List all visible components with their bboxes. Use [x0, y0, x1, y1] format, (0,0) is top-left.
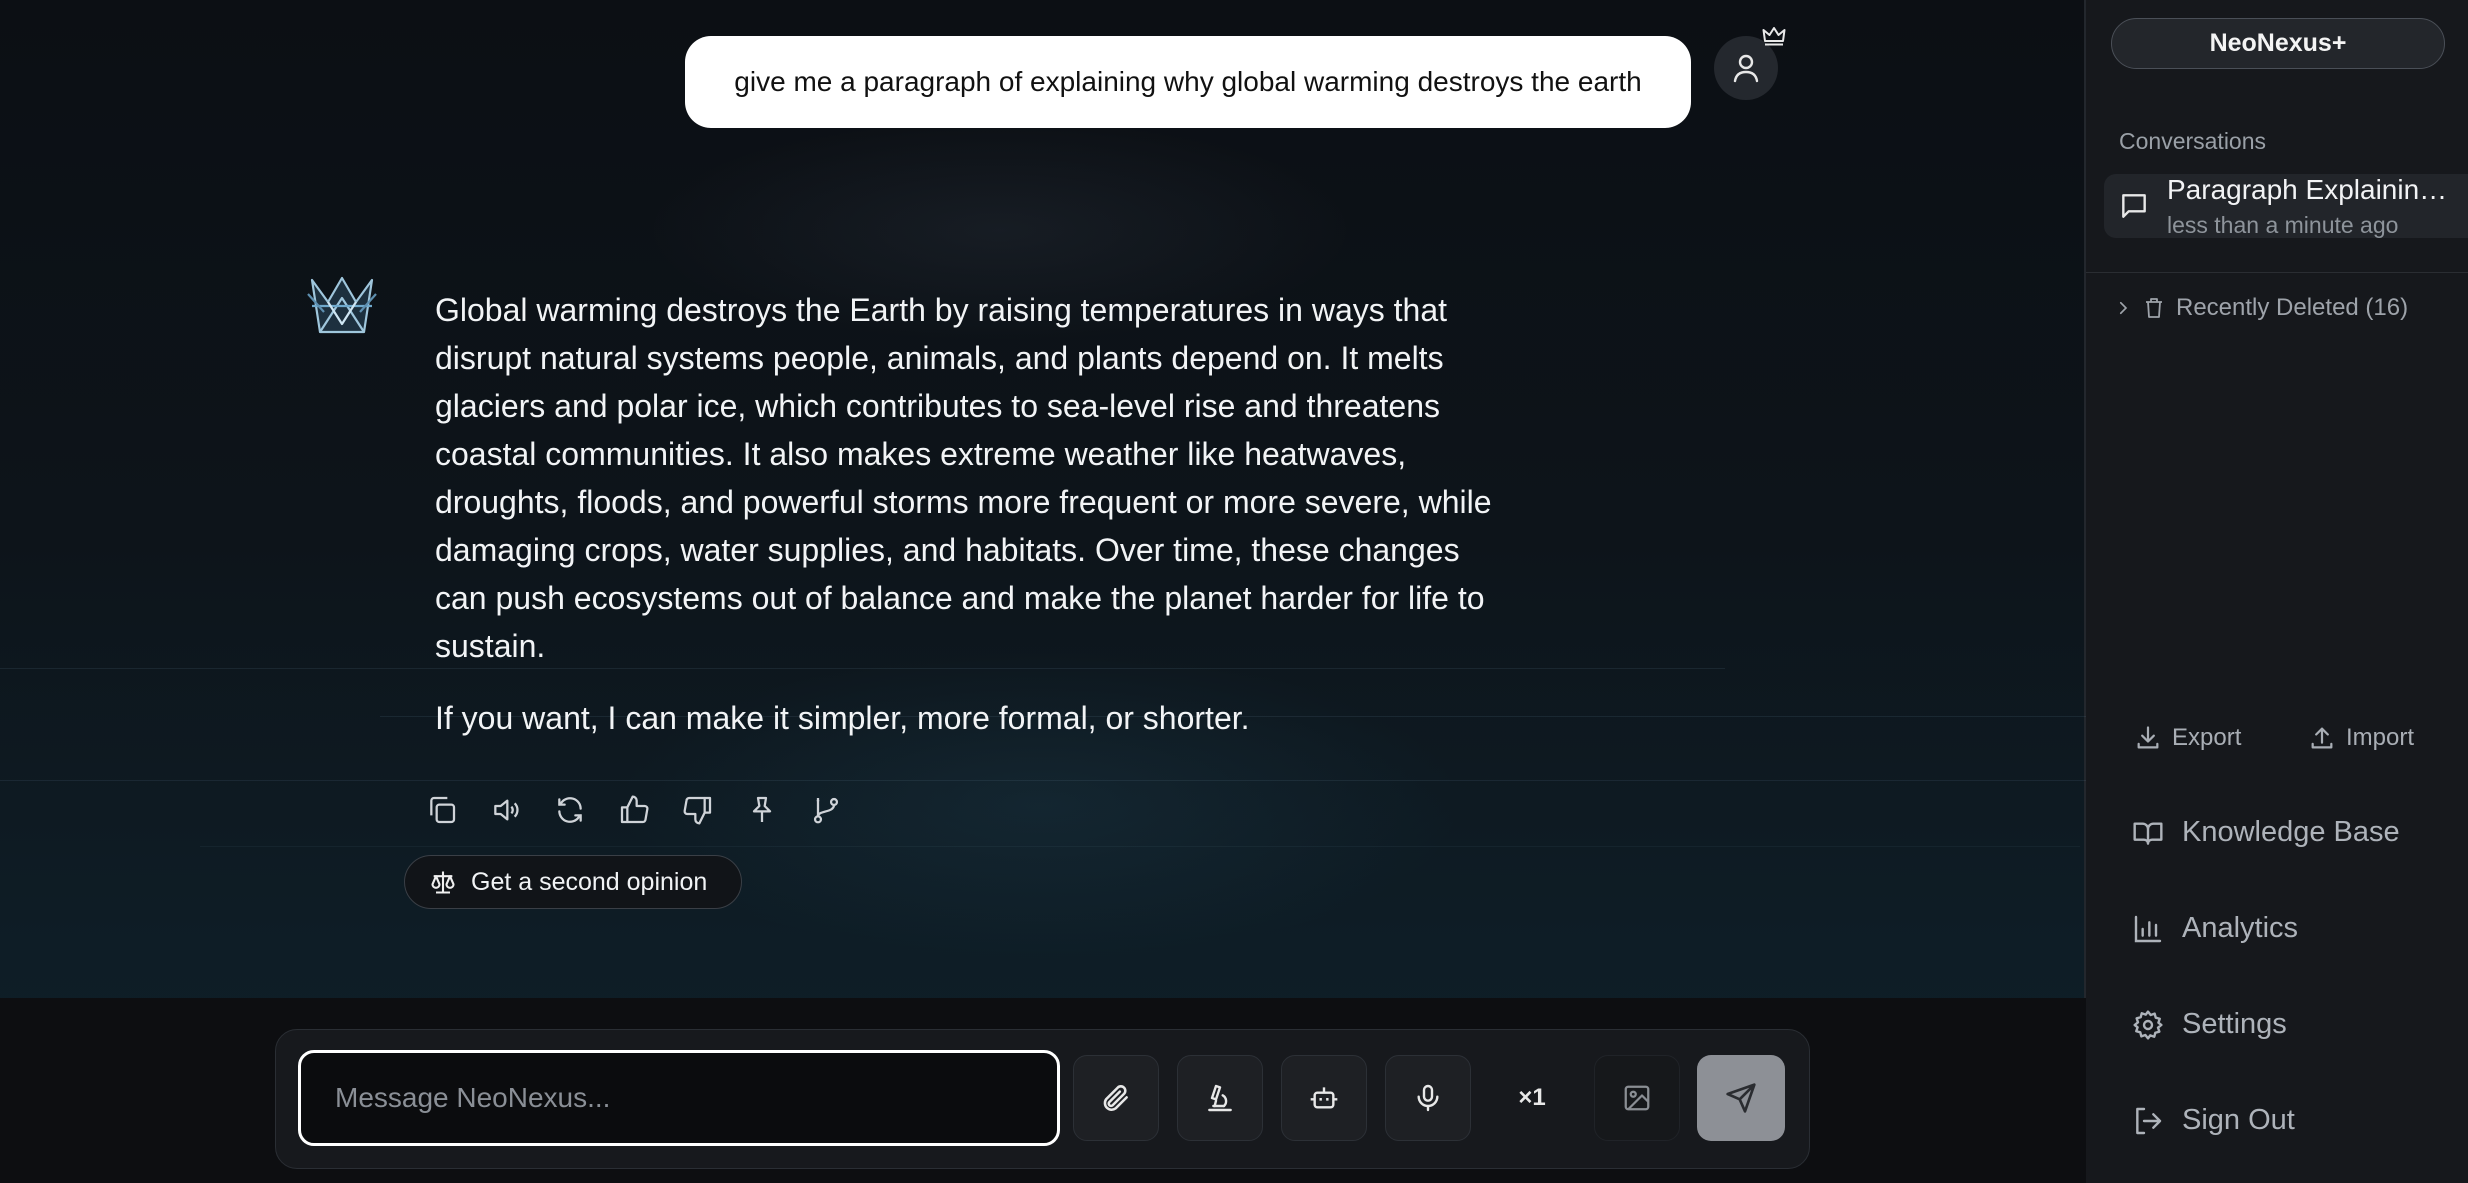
decor-line	[200, 846, 2080, 847]
regenerate-icon	[558, 797, 582, 823]
chat-bubble-icon	[2122, 194, 2146, 218]
attach-button[interactable]	[1073, 1055, 1159, 1141]
branch-button[interactable]	[794, 790, 858, 830]
assistant-message: Global warming destroys the Earth by rai…	[435, 286, 1515, 742]
second-opinion-button[interactable]: Get a second opinion	[404, 855, 742, 909]
sign-out-link[interactable]: Sign Out	[2132, 1104, 2295, 1137]
conversation-title[interactable]: Paragraph Explaining Global Warming	[2167, 174, 2457, 206]
brand-button[interactable]: NeoNexus+	[2111, 18, 2445, 69]
recently-deleted-label: Recently Deleted (16)	[2176, 294, 2409, 321]
regenerate-button[interactable]	[538, 790, 602, 830]
agent-button[interactable]	[1281, 1055, 1367, 1141]
conversations-heading: Conversations	[2119, 128, 2267, 154]
microphone-icon	[1417, 1084, 1439, 1112]
send-icon	[1726, 1083, 1756, 1113]
message-input[interactable]	[298, 1050, 1060, 1146]
trash-icon	[2146, 298, 2162, 318]
copy-icon	[430, 796, 456, 824]
bar-chart-icon	[2134, 915, 2162, 942]
pin-button[interactable]	[730, 790, 794, 830]
image-button[interactable]	[1594, 1055, 1680, 1141]
sign-out-icon	[2136, 1107, 2162, 1134]
upload-icon	[2311, 727, 2333, 749]
import-label: Import	[2346, 724, 2415, 751]
user-message-text: give me a paragraph of explaining why gl…	[734, 66, 1642, 97]
book-icon	[2133, 821, 2163, 845]
microscope-icon	[1208, 1084, 1232, 1112]
export-button[interactable]: Export	[2134, 724, 2241, 752]
analytics-label: Analytics	[2182, 912, 2299, 944]
import-button[interactable]: Import	[2308, 724, 2414, 752]
read-aloud-button[interactable]	[474, 790, 538, 830]
settings-link[interactable]: Settings	[2132, 1008, 2287, 1041]
assistant-paragraph: Global warming destroys the Earth by rai…	[435, 292, 1492, 664]
analytics-link[interactable]: Analytics	[2132, 912, 2298, 945]
settings-label: Settings	[2182, 1008, 2287, 1040]
research-button[interactable]	[1177, 1055, 1263, 1141]
thumbs-up-icon	[620, 795, 649, 824]
gear-icon	[2133, 1009, 2163, 1040]
multiplier-toggle[interactable]: ×1	[1502, 1055, 1562, 1141]
crown-icon	[1762, 27, 1786, 46]
brand-label: NeoNexus+	[2209, 29, 2347, 57]
message-actions	[410, 790, 858, 830]
user-message-bubble: give me a paragraph of explaining why gl…	[685, 36, 1691, 128]
thumbs-up-button[interactable]	[602, 790, 666, 830]
sign-out-label: Sign Out	[2182, 1104, 2295, 1136]
speaker-icon	[494, 799, 519, 821]
assistant-paragraph: If you want, I can make it simpler, more…	[435, 700, 1250, 736]
send-button[interactable]	[1697, 1055, 1785, 1141]
thumbs-down-icon	[683, 796, 712, 825]
decor-line	[0, 780, 2086, 781]
pin-icon	[752, 796, 772, 822]
thumbs-down-button[interactable]	[666, 790, 730, 830]
branch-icon	[813, 797, 839, 824]
copy-button[interactable]	[410, 790, 474, 830]
knowledge-base-label: Knowledge Base	[2182, 816, 2400, 848]
multiplier-label: ×1	[1518, 1084, 1546, 1111]
knowledge-base-link[interactable]: Knowledge Base	[2132, 816, 2400, 849]
assistant-logo-icon	[307, 276, 377, 334]
export-label: Export	[2172, 724, 2242, 751]
user-icon	[1733, 54, 1759, 83]
recently-deleted-toggle[interactable]: Recently Deleted (16)	[2114, 294, 2408, 322]
bot-icon	[1310, 1087, 1338, 1109]
download-icon	[2137, 726, 2159, 749]
voice-button[interactable]	[1385, 1055, 1471, 1141]
paperclip-icon	[1103, 1085, 1128, 1111]
chevron-right-icon	[2119, 301, 2128, 315]
scale-icon	[431, 871, 455, 894]
conversation-time: less than a minute ago	[2167, 212, 2399, 238]
image-icon	[1624, 1085, 1650, 1111]
sidebar-divider	[2086, 272, 2468, 273]
second-opinion-label: Get a second opinion	[471, 867, 708, 896]
